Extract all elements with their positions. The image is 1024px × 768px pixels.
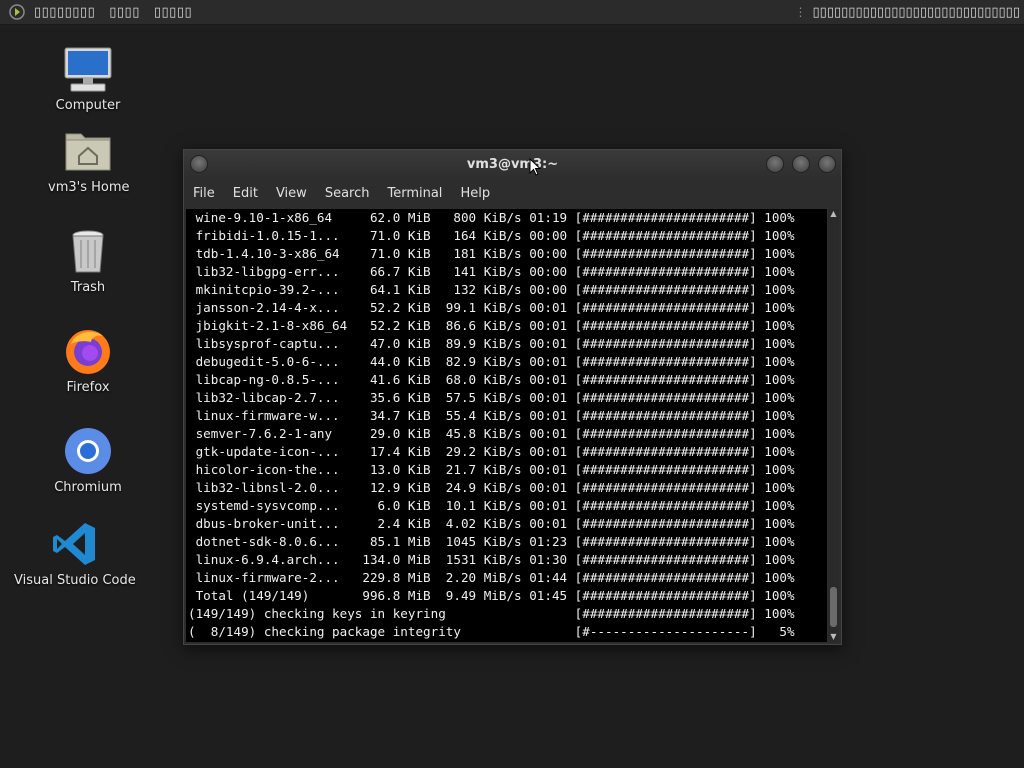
terminal-line: mkinitcpio-39.2-... 64.1 KiB 132 KiB/s 0… <box>188 282 795 297</box>
terminal-scrollbar[interactable]: ▲ ▼ <box>828 209 839 642</box>
terminal-window[interactable]: vm3@vm3:~ File Edit View Search Terminal… <box>183 149 842 645</box>
terminal-line: libcap-ng-0.8.5-... 41.6 KiB 68.0 KiB/s … <box>188 372 795 387</box>
terminal-line: hicolor-icon-the... 13.0 KiB 21.7 KiB/s … <box>188 462 795 477</box>
desktop-icon-vscode[interactable]: Visual Studio Code <box>14 519 136 588</box>
terminal-line: dbus-broker-unit... 2.4 KiB 4.02 KiB/s 0… <box>188 516 795 531</box>
desktop-icon-label: Chromium <box>54 480 122 495</box>
mouse-cursor-icon <box>529 157 542 180</box>
menu-terminal[interactable]: Terminal <box>378 186 451 201</box>
terminal-output[interactable]: wine-9.10-1-x86_64 62.0 MiB 800 KiB/s 01… <box>186 209 827 642</box>
terminal-line: dotnet-sdk-8.0.6... 85.1 MiB 1045 KiB/s … <box>188 534 795 549</box>
terminal-line: jansson-2.14-4-x... 52.2 KiB 99.1 KiB/s … <box>188 300 795 315</box>
close-button[interactable] <box>818 155 836 173</box>
terminal-line: libsysprof-captu... 47.0 KiB 89.9 KiB/s … <box>188 336 795 351</box>
panel-menu-places[interactable]: ▯▯▯▯ <box>109 5 140 20</box>
maximize-button[interactable] <box>792 155 810 173</box>
panel-menu-applications[interactable]: ▯▯▯▯▯▯▯▯ <box>34 5 95 20</box>
panel-clock-area: ⋮ ▯▯▯▯▯▯▯▯▯▯▯▯▯▯▯▯▯▯▯▯▯▯▯▯▯▯▯▯▯ <box>795 0 1020 24</box>
terminal-line: semver-7.6.2-1-any 29.0 KiB 45.8 KiB/s 0… <box>188 426 795 441</box>
terminal-line: wine-9.10-1-x86_64 62.0 MiB 800 KiB/s 01… <box>188 210 795 225</box>
window-menu-button[interactable] <box>190 155 208 173</box>
terminal-line: Total (149/149) 996.8 MiB 9.49 MiB/s 01:… <box>188 588 795 603</box>
panel-separator-icon: ⋮ <box>794 5 807 19</box>
desktop-icon-label: Computer <box>55 98 121 113</box>
terminal-menubar: File Edit View Search Terminal Help <box>184 180 841 206</box>
top-panel: ▯▯▯▯▯▯▯▯ ▯▯▯▯ ▯▯▯▯▯ ⋮ ▯▯▯▯▯▯▯▯▯▯▯▯▯▯▯▯▯▯… <box>0 0 1024 25</box>
desktop-icon-firefox[interactable]: Firefox <box>48 326 128 395</box>
window-title: vm3@vm3:~ <box>466 156 559 172</box>
desktop-icon-label: Visual Studio Code <box>14 573 136 588</box>
desktop-icon-trash[interactable]: Trash <box>48 226 128 295</box>
terminal-line: (149/149) checking keys in keyring [####… <box>188 606 795 621</box>
terminal-line: fribidi-1.0.15-1... 71.0 KiB 164 KiB/s 0… <box>188 228 795 243</box>
terminal-line: linux-6.9.4.arch... 134.0 MiB 1531 KiB/s… <box>188 552 795 567</box>
menu-view[interactable]: View <box>267 186 316 201</box>
desktop-icon-label: Firefox <box>66 380 110 395</box>
scroll-up-arrow-icon[interactable]: ▲ <box>829 209 838 219</box>
menu-edit[interactable]: Edit <box>224 186 267 201</box>
terminal-line: linux-firmware-w... 34.7 KiB 55.4 KiB/s … <box>188 408 795 423</box>
chromium-icon <box>63 426 113 476</box>
terminal-line: tdb-1.4.10-3-x86_64 71.0 KiB 181 KiB/s 0… <box>188 246 795 261</box>
terminal-line: jbigkit-2.1-8-x86_64 52.2 KiB 86.6 KiB/s… <box>188 318 795 333</box>
terminal-titlebar[interactable]: vm3@vm3:~ <box>184 150 841 178</box>
terminal-line: lib32-libnsl-2.0... 12.9 KiB 24.9 KiB/s … <box>188 480 795 495</box>
terminal-line: gtk-update-icon-... 17.4 KiB 29.2 KiB/s … <box>188 444 795 459</box>
desktop-icon-computer[interactable]: Computer <box>48 44 128 113</box>
menu-file[interactable]: File <box>184 186 224 201</box>
scrollbar-thumb[interactable] <box>830 587 837 627</box>
terminal-line: debugedit-5.0-6-... 44.0 KiB 82.9 KiB/s … <box>188 354 795 369</box>
menu-help[interactable]: Help <box>451 186 499 201</box>
scroll-down-arrow-icon[interactable]: ▼ <box>829 632 838 642</box>
firefox-icon <box>63 326 113 376</box>
computer-icon <box>63 44 113 94</box>
desktop-icon-chromium[interactable]: Chromium <box>48 426 128 495</box>
terminal-line: linux-firmware-2... 229.8 MiB 2.20 MiB/s… <box>188 570 795 585</box>
menu-search[interactable]: Search <box>316 186 379 201</box>
terminal-line: systemd-sysvcomp... 6.0 KiB 10.1 KiB/s 0… <box>188 498 795 513</box>
minimize-button[interactable] <box>766 155 784 173</box>
vscode-icon <box>49 519 99 569</box>
app-menu-icon[interactable] <box>8 3 26 21</box>
trash-icon <box>63 226 113 276</box>
terminal-line: lib32-libcap-2.7... 35.6 KiB 57.5 KiB/s … <box>188 390 795 405</box>
terminal-line: ( 8/149) checking package integrity [#--… <box>188 624 795 639</box>
home-folder-icon <box>63 126 113 176</box>
panel-menu-system[interactable]: ▯▯▯▯▯ <box>154 5 192 20</box>
panel-clock[interactable]: ▯▯▯▯▯▯▯▯▯▯▯▯▯▯▯▯▯▯▯▯▯▯▯▯▯▯▯▯▯ <box>813 5 1020 20</box>
desktop-icon-label: Trash <box>70 280 106 295</box>
desktop-icon-home[interactable]: vm3's Home <box>48 126 130 195</box>
desktop-icon-label: vm3's Home <box>48 180 130 195</box>
terminal-line: lib32-libgpg-err... 66.7 KiB 141 KiB/s 0… <box>188 264 795 279</box>
